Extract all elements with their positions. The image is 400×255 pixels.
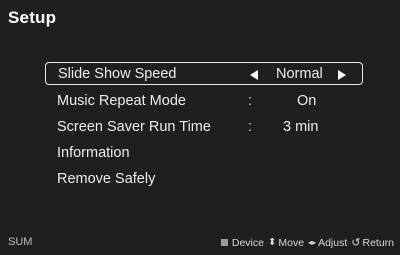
left-arrow-icon[interactable] (250, 70, 258, 80)
hint-move: ⬍ Move (268, 237, 304, 249)
menu-item-label: Slide Show Speed (58, 66, 177, 82)
menu-item-information[interactable]: Information (45, 142, 363, 165)
footer-hints: Device ⬍ Move ◂▸ Adjust ↺ Return (220, 236, 394, 250)
hint-label: Move (278, 236, 305, 249)
menu-item-label: Screen Saver Run Time (57, 119, 211, 135)
separator-colon: : (248, 119, 253, 135)
menu-item-remove-safely[interactable]: Remove Safely (45, 168, 363, 191)
hint-device[interactable]: Device (220, 236, 264, 249)
leftright-arrows-icon: ◂▸ (308, 238, 317, 247)
hint-return[interactable]: ↺ Return (351, 236, 394, 250)
menu-item-slide-show-speed[interactable]: Slide Show Speed Normal (45, 62, 363, 85)
menu-item-value: On (297, 93, 317, 109)
menu-item-screen-saver-run-time[interactable]: Screen Saver Run Time : 3 min (45, 116, 363, 139)
right-arrow-icon[interactable] (338, 70, 346, 80)
separator-colon: : (248, 93, 253, 109)
hint-label: Device (231, 236, 264, 249)
menu-item-music-repeat-mode[interactable]: Music Repeat Mode : On (45, 90, 363, 113)
footer-sum-label: SUM (8, 236, 33, 248)
page-title: Setup (8, 8, 57, 27)
hint-adjust: ◂▸ Adjust (308, 237, 347, 249)
menu-item-label: Music Repeat Mode (57, 93, 186, 109)
menu-item-label: Information (57, 145, 130, 161)
menu-item-value: Normal (276, 66, 323, 82)
footer-bar: SUM Device ⬍ Move ◂▸ Adjust ↺ Return (0, 236, 400, 252)
updown-arrows-icon: ⬍ (267, 237, 277, 248)
return-icon: ↺ (351, 237, 361, 249)
menu-item-value: 3 min (283, 119, 319, 135)
hint-label: Adjust (318, 236, 348, 249)
hint-label: Return (362, 236, 394, 249)
square-icon (220, 239, 228, 246)
setup-screen: Setup Slide Show Speed Normal Music Repe… (0, 0, 400, 255)
menu-item-label: Remove Safely (57, 171, 156, 187)
